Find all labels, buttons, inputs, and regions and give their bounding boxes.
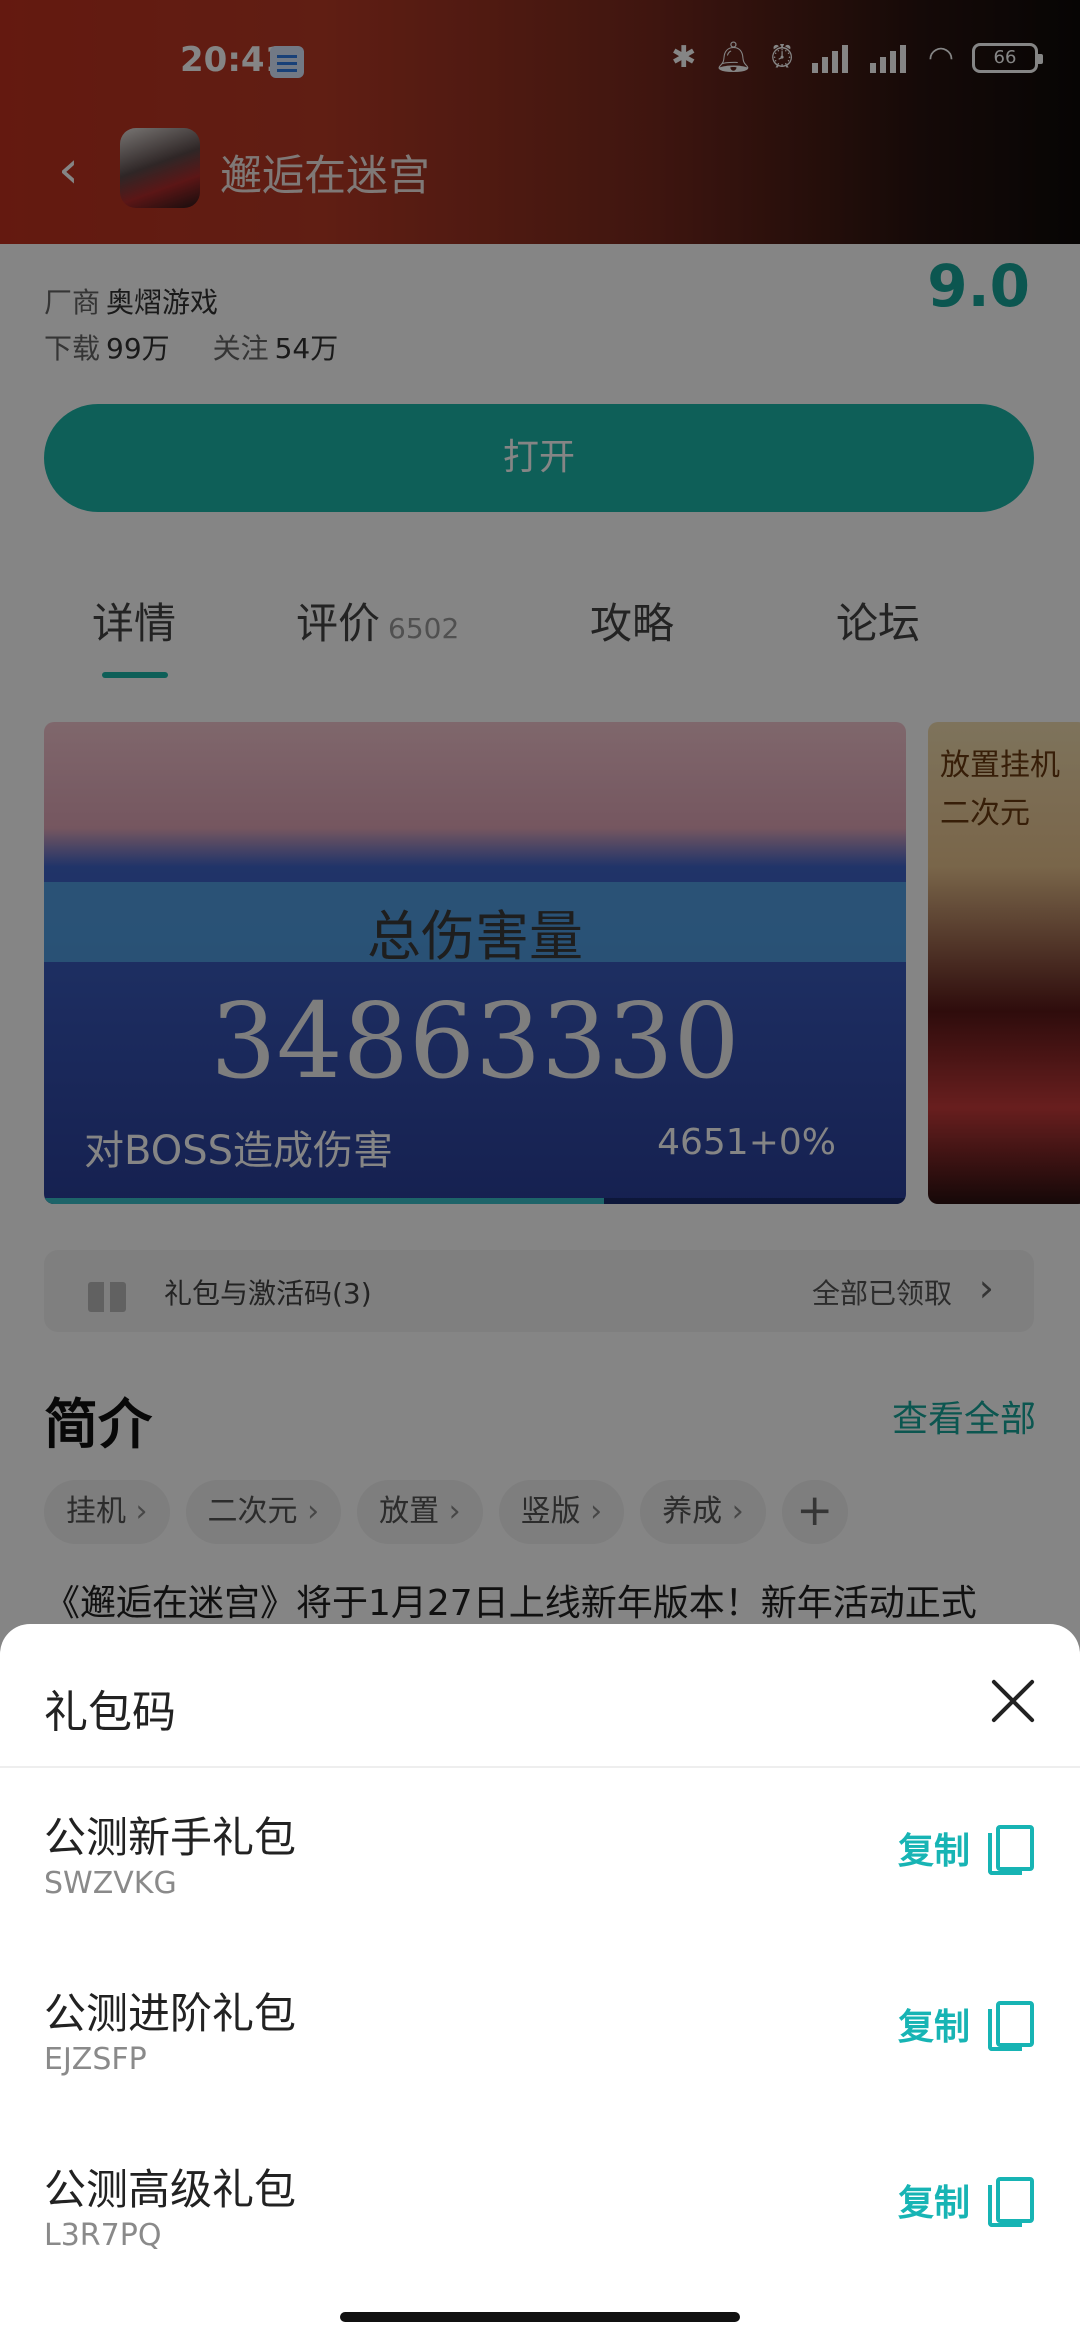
gift-code: EJZSFP — [44, 2042, 147, 2077]
gift-name: 公测高级礼包 — [44, 2165, 297, 2214]
copy-button[interactable]: 复制 — [897, 2170, 1034, 2230]
gift-code: L3R7PQ — [44, 2218, 162, 2253]
copy-icon — [988, 2177, 1034, 2227]
gift-code-sheet: 礼包码 公测新手礼包 SWZVKG 复制 公测进阶礼包 EJZSFP 复制 公测… — [0, 1624, 1080, 2340]
home-indicator[interactable] — [340, 2312, 740, 2322]
copy-label: 复制 — [897, 1831, 970, 1872]
sheet-title: 礼包码 — [44, 1687, 176, 1738]
close-icon[interactable] — [986, 1674, 1040, 1728]
gift-name: 公测新手礼包 — [44, 1813, 297, 1862]
copy-label: 复制 — [897, 2007, 970, 2048]
gift-code: SWZVKG — [44, 1866, 177, 1901]
gift-code-item: 公测新手礼包 SWZVKG 复制 — [0, 1768, 1080, 1944]
gift-name: 公测进阶礼包 — [44, 1989, 297, 2038]
gift-code-item: 公测进阶礼包 EJZSFP 复制 — [0, 1944, 1080, 2120]
copy-button[interactable]: 复制 — [897, 1818, 1034, 1878]
gift-code-item: 公测高级礼包 L3R7PQ 复制 — [0, 2120, 1080, 2296]
copy-icon — [988, 2001, 1034, 2051]
copy-button[interactable]: 复制 — [897, 1994, 1034, 2054]
copy-label: 复制 — [897, 2183, 970, 2224]
copy-icon — [988, 1825, 1034, 1875]
